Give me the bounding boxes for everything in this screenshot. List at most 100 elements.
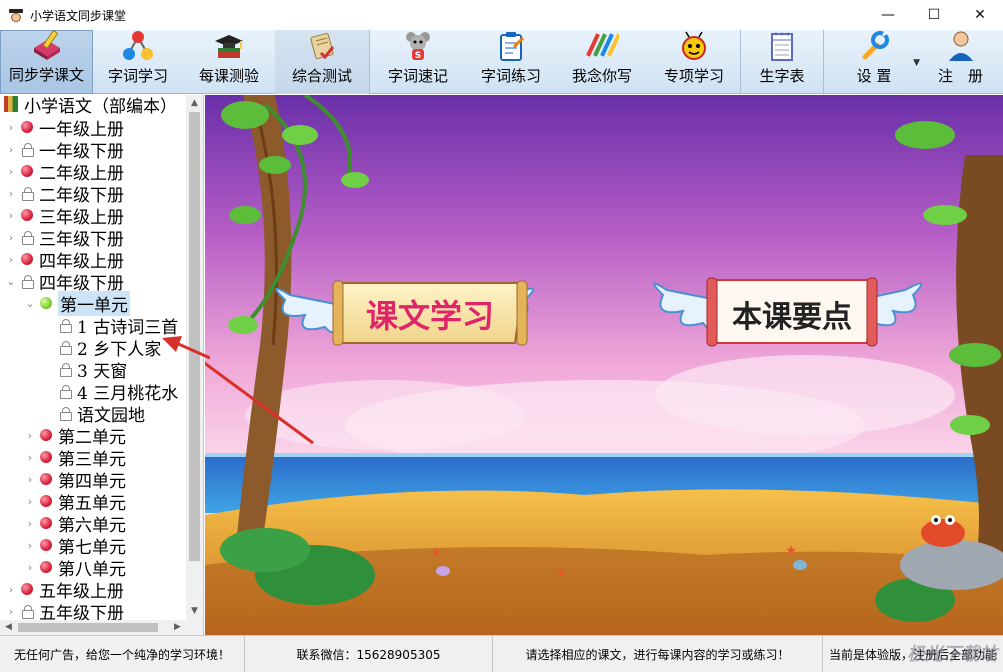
toolbar-label: 同步学课文: [8, 66, 84, 84]
collapsed-chevron-icon[interactable]: ›: [25, 451, 35, 464]
toolbar-lesson-quiz-button[interactable]: 每课测验: [183, 30, 275, 94]
wrench-icon: [857, 29, 891, 63]
red-dot-icon: [40, 473, 52, 485]
tree-node[interactable]: › 第四单元: [25, 468, 126, 492]
collapsed-chevron-icon[interactable]: ›: [25, 473, 35, 486]
toolbar-label: 我念你写: [571, 67, 632, 85]
tree-node[interactable]: › 一年级下册: [6, 138, 124, 162]
title-bar: 小学语文同步课堂 — ☐ ✕: [0, 0, 1003, 30]
book-pen-icon: [30, 28, 64, 62]
tree-node[interactable]: 4 三月桃花水: [44, 380, 178, 404]
tree-node[interactable]: › 二年级下册: [6, 182, 124, 206]
collapsed-chevron-icon[interactable]: ›: [6, 583, 16, 596]
toolbar-character-table-button[interactable]: 生字表: [741, 30, 823, 94]
user-icon: [944, 29, 978, 63]
collapsed-chevron-icon[interactable]: ›: [6, 605, 16, 618]
toolbar-register-button[interactable]: 注 册: [924, 30, 997, 94]
tree-node[interactable]: › 第八单元: [25, 556, 126, 580]
scroll-down-icon[interactable]: ▼: [186, 603, 203, 620]
tree-node[interactable]: › 二年级上册: [6, 160, 124, 184]
lock-icon: [59, 363, 72, 377]
toolbar-comprehensive-test-button[interactable]: 综合测试: [275, 30, 369, 94]
tree-node[interactable]: 2 乡下人家: [44, 336, 161, 360]
tree-root[interactable]: 小学语文（部编本）: [4, 95, 177, 117]
collapsed-chevron-icon[interactable]: ›: [25, 495, 35, 508]
collapsed-chevron-icon[interactable]: ›: [6, 253, 16, 266]
close-button[interactable]: ✕: [957, 0, 1003, 30]
collapsed-chevron-icon[interactable]: ›: [6, 165, 16, 178]
status-bar: 无任何广告，给您一个纯净的学习环境！ 联系微信：15628905305 请选择相…: [0, 635, 1003, 672]
red-dot-icon: [21, 583, 33, 595]
toolbar-word-study-button[interactable]: 字词学习: [93, 30, 183, 94]
tree-node[interactable]: › 五年级上册: [6, 578, 124, 602]
tree-node[interactable]: 3 天窗: [44, 358, 127, 382]
toolbar-label: 综合测试: [291, 67, 352, 85]
tree-node[interactable]: › 第二单元: [25, 424, 126, 448]
lock-icon: [21, 605, 34, 619]
tree-node[interactable]: ⌄ 四年级下册: [6, 270, 124, 294]
toolbar-label: 设 置: [856, 67, 892, 85]
toolbar-dictation-button[interactable]: 我念你写: [556, 30, 648, 94]
collapsed-chevron-icon[interactable]: ›: [25, 429, 35, 442]
lock-icon: [21, 231, 34, 245]
collapsed-chevron-icon[interactable]: ›: [25, 561, 35, 574]
toolbar-label: 字词练习: [480, 67, 541, 85]
collapsed-chevron-icon[interactable]: ›: [6, 231, 16, 244]
tree-node[interactable]: › 五年级下册: [6, 600, 124, 621]
lesson-scene: ★ ★ ★ 课文学习 本课要点: [205, 95, 1003, 635]
tree-node[interactable]: ⌄ 第一单元: [25, 290, 130, 316]
lesson-keypoints-label: 本课要点: [732, 300, 852, 335]
lock-icon: [59, 407, 72, 421]
toolbar-quick-memorize-button[interactable]: S 字词速记: [370, 30, 466, 94]
notepad-icon: [765, 29, 799, 63]
tree-horizontal-scrollbar[interactable]: ◀ ▶: [0, 620, 204, 635]
tree-node[interactable]: › 第七单元: [25, 534, 126, 558]
collapsed-chevron-icon[interactable]: ›: [6, 187, 16, 200]
collapsed-chevron-icon[interactable]: ›: [6, 121, 16, 134]
window-title: 小学语文同步课堂: [30, 8, 127, 23]
main-toolbar: 同步学课文 字词学习 每课测验 综合测试 S 字词速记 字词练习 我念你写 专项…: [0, 28, 1003, 94]
lock-icon: [21, 143, 34, 157]
tree-node[interactable]: › 第三单元: [25, 446, 126, 470]
collapsed-chevron-icon[interactable]: ›: [25, 517, 35, 530]
scroll-right-icon[interactable]: ▶: [169, 620, 186, 635]
tree-node[interactable]: 1 古诗词三首: [44, 314, 178, 338]
tree-node[interactable]: › 一年级上册: [6, 116, 124, 140]
tree-node[interactable]: › 三年级上册: [6, 204, 124, 228]
tree-node[interactable]: 语文园地: [44, 402, 145, 426]
toolbar-label: 生字表: [759, 67, 805, 85]
tree-node[interactable]: › 第五单元: [25, 490, 126, 514]
expanded-chevron-icon[interactable]: ⌄: [25, 297, 35, 310]
tree-node[interactable]: › 四年级上册: [6, 248, 124, 272]
status-hint: 请选择相应的课文，进行每课内容的学习或练习！: [493, 635, 823, 672]
scroll-left-icon[interactable]: ◀: [0, 620, 17, 635]
minimize-button[interactable]: —: [865, 0, 911, 30]
toolbar-special-study-button[interactable]: 专项学习: [648, 30, 740, 94]
lock-icon: [21, 187, 34, 201]
red-dot-icon: [40, 429, 52, 441]
toolbar-settings-button[interactable]: 设 置 ▼: [824, 30, 924, 94]
toolbar-label: 注 册: [937, 67, 983, 85]
toolbar-word-practice-button[interactable]: 字词练习: [466, 30, 556, 94]
toolbar-sync-text-button[interactable]: 同步学课文: [0, 28, 93, 94]
lock-icon: [59, 319, 72, 333]
maximize-button[interactable]: ☐: [911, 0, 957, 30]
grad-cap-icon: [212, 29, 246, 63]
collapsed-chevron-icon[interactable]: ›: [6, 209, 16, 222]
scroll-icon: [305, 29, 339, 63]
tree-node[interactable]: › 三年级下册: [6, 226, 124, 250]
pencils-icon: [585, 29, 619, 63]
red-dot-icon: [40, 451, 52, 463]
tree-node[interactable]: › 第六单元: [25, 512, 126, 536]
red-dot-icon: [40, 517, 52, 529]
collapsed-chevron-icon[interactable]: ›: [25, 539, 35, 552]
watermark: 极光下载站: [907, 644, 997, 665]
expanded-chevron-icon[interactable]: ⌄: [6, 275, 16, 288]
book-stack-icon: [4, 96, 18, 112]
scroll-up-icon[interactable]: ▲: [186, 95, 203, 112]
dropdown-arrow-icon[interactable]: ▼: [913, 58, 920, 68]
tree-node-label: 五年级下册: [39, 603, 124, 621]
scroll-thumb[interactable]: [18, 623, 158, 632]
collapsed-chevron-icon[interactable]: ›: [6, 143, 16, 156]
green-dot-icon: [40, 297, 52, 309]
